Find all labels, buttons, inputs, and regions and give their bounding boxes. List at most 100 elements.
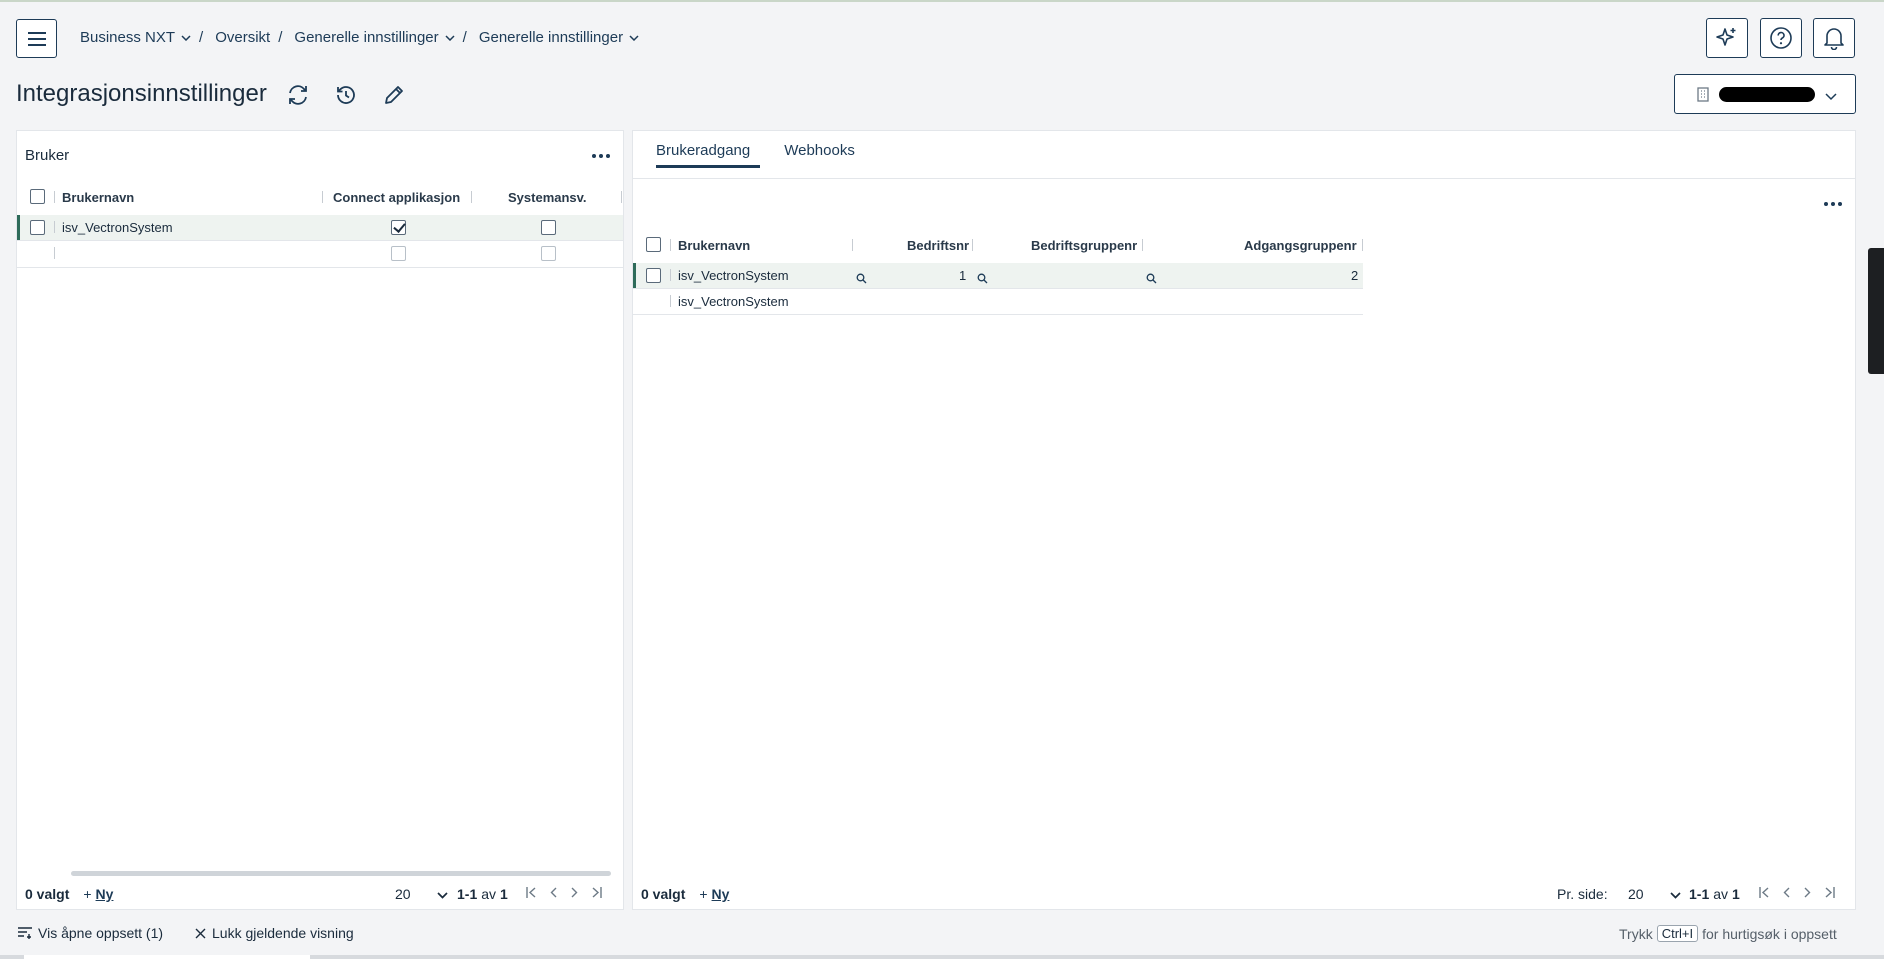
column-separator <box>1142 239 1143 251</box>
next-page-icon[interactable] <box>1804 887 1811 898</box>
page-size-select[interactable]: 20 <box>1628 886 1681 902</box>
tab-brukeradgang[interactable]: Brukeradgang <box>656 142 761 168</box>
plus-icon: + <box>699 886 708 902</box>
systemansv-checkbox[interactable] <box>541 220 556 235</box>
column-header-brukernavn[interactable]: Brukernavn <box>62 190 134 205</box>
of-label: av <box>481 886 497 902</box>
column-header-bedriftsgruppenr[interactable]: Bedriftsgruppenr <box>1031 238 1137 253</box>
row-checkbox[interactable] <box>646 268 661 283</box>
breadcrumb-oversikt[interactable]: Oversikt <box>215 29 270 46</box>
ai-assistant-button[interactable] <box>1706 18 1748 58</box>
pager-nav <box>1759 887 1835 898</box>
new-button[interactable]: Ny <box>712 886 730 902</box>
redacted-company-name <box>1719 86 1815 102</box>
list-icon <box>18 927 32 939</box>
pager-nav <box>526 887 602 898</box>
row-divider <box>17 267 623 268</box>
show-open-label: Vis åpne oppsett (1) <box>38 925 164 941</box>
column-header-adgangsgruppenr[interactable]: Adgangsgruppenr <box>1244 238 1357 253</box>
row-divider <box>633 314 1363 315</box>
lookup-search-icon[interactable] <box>1146 271 1157 287</box>
company-selector[interactable] <box>1674 74 1856 114</box>
breadcrumb-separator: / <box>199 29 204 46</box>
selected-row-marker <box>633 263 636 288</box>
close-view-label: Lukk gjeldende visning <box>212 925 354 941</box>
breadcrumb-separator: / <box>278 29 283 46</box>
user-panel: Bruker Brukernavn Connect applikasjon Sy… <box>16 130 624 910</box>
close-current-view[interactable]: Lukk gjeldende visning <box>195 925 354 941</box>
menu-icon <box>27 31 46 46</box>
column-header-systemansv[interactable]: Systemansv. <box>508 190 587 205</box>
page-size-value: 20 <box>395 886 411 902</box>
notifications-button[interactable] <box>1813 18 1855 58</box>
selected-count: 0 valgt <box>25 886 70 902</box>
page-range: 1-1 av 1 <box>1689 886 1740 902</box>
cell-brukernavn[interactable]: isv_VectronSystem <box>62 220 173 235</box>
plus-icon: + <box>83 886 92 902</box>
cell-brukernavn[interactable]: isv_VectronSystem <box>678 294 789 309</box>
cell-bedriftsnr[interactable]: 1 <box>959 268 966 283</box>
chevron-down-icon <box>445 34 455 41</box>
next-page-icon[interactable] <box>571 887 578 898</box>
edit-button[interactable] <box>381 82 407 108</box>
last-page-icon[interactable] <box>1825 887 1835 898</box>
connect-checkbox[interactable] <box>391 246 406 261</box>
panel-title: Bruker <box>25 147 70 164</box>
bottom-scroll-strip <box>0 955 1884 959</box>
more-options-icon[interactable] <box>592 154 610 158</box>
tab-divider <box>633 178 1855 179</box>
breadcrumb: Business NXT / Oversikt / Generelle inns… <box>80 29 639 46</box>
refresh-button[interactable] <box>285 82 311 108</box>
right-footer: 0 valgt + Ny <box>641 886 729 902</box>
first-page-icon[interactable] <box>1759 887 1769 898</box>
breadcrumb-generelle-2[interactable]: Generelle innstillinger <box>479 29 639 46</box>
select-all-checkbox[interactable] <box>646 237 661 252</box>
chevron-down-icon <box>436 886 448 902</box>
breadcrumb-label: Generelle innstillinger <box>294 29 439 46</box>
chevron-down-icon <box>1825 88 1837 104</box>
tab-bar: Brukeradgang Webhooks <box>656 142 855 168</box>
row-divider <box>17 240 623 241</box>
prev-page-icon[interactable] <box>1783 887 1790 898</box>
first-page-icon[interactable] <box>526 887 536 898</box>
last-page-icon[interactable] <box>592 887 602 898</box>
help-button[interactable] <box>1760 18 1802 58</box>
lookup-search-icon[interactable] <box>856 271 867 287</box>
show-open-layouts[interactable]: Vis åpne oppsett (1) <box>18 925 163 941</box>
breadcrumb-business-nxt[interactable]: Business NXT <box>80 29 191 46</box>
column-header-brukernavn[interactable]: Brukernavn <box>678 238 750 253</box>
systemansv-checkbox[interactable] <box>541 246 556 261</box>
history-button[interactable] <box>333 82 359 108</box>
breadcrumb-generelle-1[interactable]: Generelle innstillinger <box>294 29 455 46</box>
side-toolbar-widget[interactable] <box>1868 248 1884 374</box>
tab-webhooks[interactable]: Webhooks <box>784 142 855 168</box>
page-size-select[interactable]: 20 <box>395 886 448 902</box>
row-checkbox[interactable] <box>30 220 45 235</box>
column-header-connect[interactable]: Connect applikasjon <box>333 190 460 205</box>
selected-count: 0 valgt <box>641 886 686 902</box>
more-options-icon[interactable] <box>1824 202 1842 206</box>
range-value: 1-1 <box>457 886 478 902</box>
chevron-down-icon <box>629 34 639 41</box>
page-title: Integrasjonsinnstillinger <box>16 80 267 107</box>
page-size-value: 20 <box>1628 886 1644 902</box>
column-separator <box>670 269 671 281</box>
lookup-search-icon[interactable] <box>977 271 988 287</box>
connect-checkbox[interactable] <box>391 220 406 235</box>
breadcrumb-label: Oversikt <box>215 29 271 46</box>
column-separator <box>972 239 973 251</box>
new-button[interactable]: Ny <box>96 886 114 902</box>
column-header-bedriftsnr[interactable]: Bedriftsnr <box>907 238 969 253</box>
selected-row-marker <box>17 215 20 240</box>
cell-brukernavn[interactable]: isv_VectronSystem <box>678 268 789 283</box>
cell-adgangsgruppenr[interactable]: 2 <box>1351 268 1358 283</box>
help-icon <box>1770 27 1792 49</box>
select-all-checkbox[interactable] <box>30 189 45 204</box>
prev-page-icon[interactable] <box>550 887 557 898</box>
range-value: 1-1 <box>1689 886 1710 902</box>
main-menu-button[interactable] <box>16 19 57 58</box>
horizontal-scrollbar[interactable] <box>71 871 611 876</box>
column-separator <box>471 191 472 203</box>
refresh-icon <box>289 85 307 105</box>
chevron-down-icon <box>1669 886 1681 902</box>
